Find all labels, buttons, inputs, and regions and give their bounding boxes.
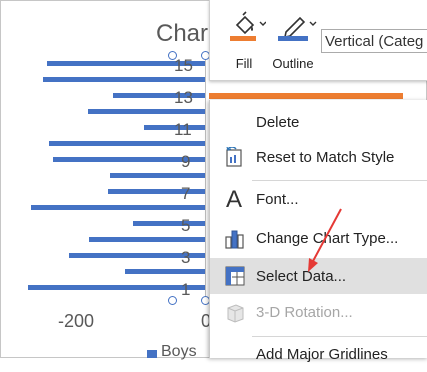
- menu-item-label: 3-D Rotation...: [256, 304, 353, 321]
- chart-type-icon: [224, 228, 246, 250]
- outline-label: Outline: [272, 56, 314, 71]
- legend-entry[interactable]: Boys: [161, 343, 197, 361]
- fill-button[interactable]: Fill: [218, 6, 270, 71]
- font-icon: A: [224, 185, 246, 213]
- menu-separator: [252, 180, 427, 181]
- menu-item-label: Font...: [256, 191, 299, 208]
- reset-style-icon: [224, 146, 246, 169]
- menu-item-label: Reset to Match Style: [256, 149, 395, 166]
- x-tick-label: -200: [58, 311, 95, 331]
- category-label: 3: [181, 248, 191, 267]
- outline-button[interactable]: Outline: [268, 6, 318, 71]
- annotation-arrow: [308, 208, 342, 272]
- menu-separator: [252, 336, 427, 337]
- mini-toolbar: Fill Outline Vertical (Categ: [209, 0, 427, 81]
- menu-item-add-major-gridlines[interactable]: Add Major Gridlines: [210, 338, 427, 372]
- bar-5[interactable]: [132, 220, 205, 226]
- category-label: 9: [181, 152, 191, 171]
- bar-2[interactable]: [124, 268, 205, 274]
- bar-10[interactable]: [48, 140, 205, 146]
- menu-item-3d-rotation: 3-D Rotation...: [210, 296, 427, 330]
- bar-12[interactable]: [88, 108, 205, 114]
- select-data-icon: [224, 265, 246, 287]
- category-label: 7: [181, 184, 191, 203]
- fill-label: Fill: [235, 56, 253, 71]
- orange-series-bar[interactable]: [209, 93, 403, 99]
- rotation-3d-icon: [224, 302, 246, 324]
- pen-outline-icon: [274, 10, 318, 46]
- selection-handle[interactable]: [168, 296, 177, 305]
- bar-14[interactable]: [43, 76, 205, 82]
- legend-swatch: [147, 350, 157, 358]
- menu-item-label: Add Major Gridlines: [256, 346, 388, 363]
- menu-item-delete[interactable]: Delete: [210, 106, 427, 140]
- category-label: 11: [174, 120, 192, 139]
- bar-1[interactable]: [28, 284, 205, 290]
- category-label: 13: [174, 88, 193, 107]
- category-label: 15: [174, 56, 193, 75]
- bar-6[interactable]: [30, 204, 205, 210]
- bar-4[interactable]: [89, 236, 205, 242]
- category-label: 1: [181, 280, 191, 299]
- menu-item-label: Delete: [256, 114, 300, 131]
- bar-7[interactable]: [108, 188, 205, 194]
- paint-bucket-icon: [226, 10, 267, 46]
- bar-8[interactable]: [109, 172, 205, 178]
- category-label: 5: [181, 216, 191, 235]
- chart-element-selector[interactable]: Vertical (Categ: [321, 29, 427, 53]
- svg-text:A: A: [226, 186, 242, 213]
- chart-title[interactable]: Char: [156, 20, 208, 48]
- vertical-category-axis[interactable]: [205, 55, 206, 298]
- menu-item-reset-to-match-style[interactable]: Reset to Match Style: [210, 141, 427, 175]
